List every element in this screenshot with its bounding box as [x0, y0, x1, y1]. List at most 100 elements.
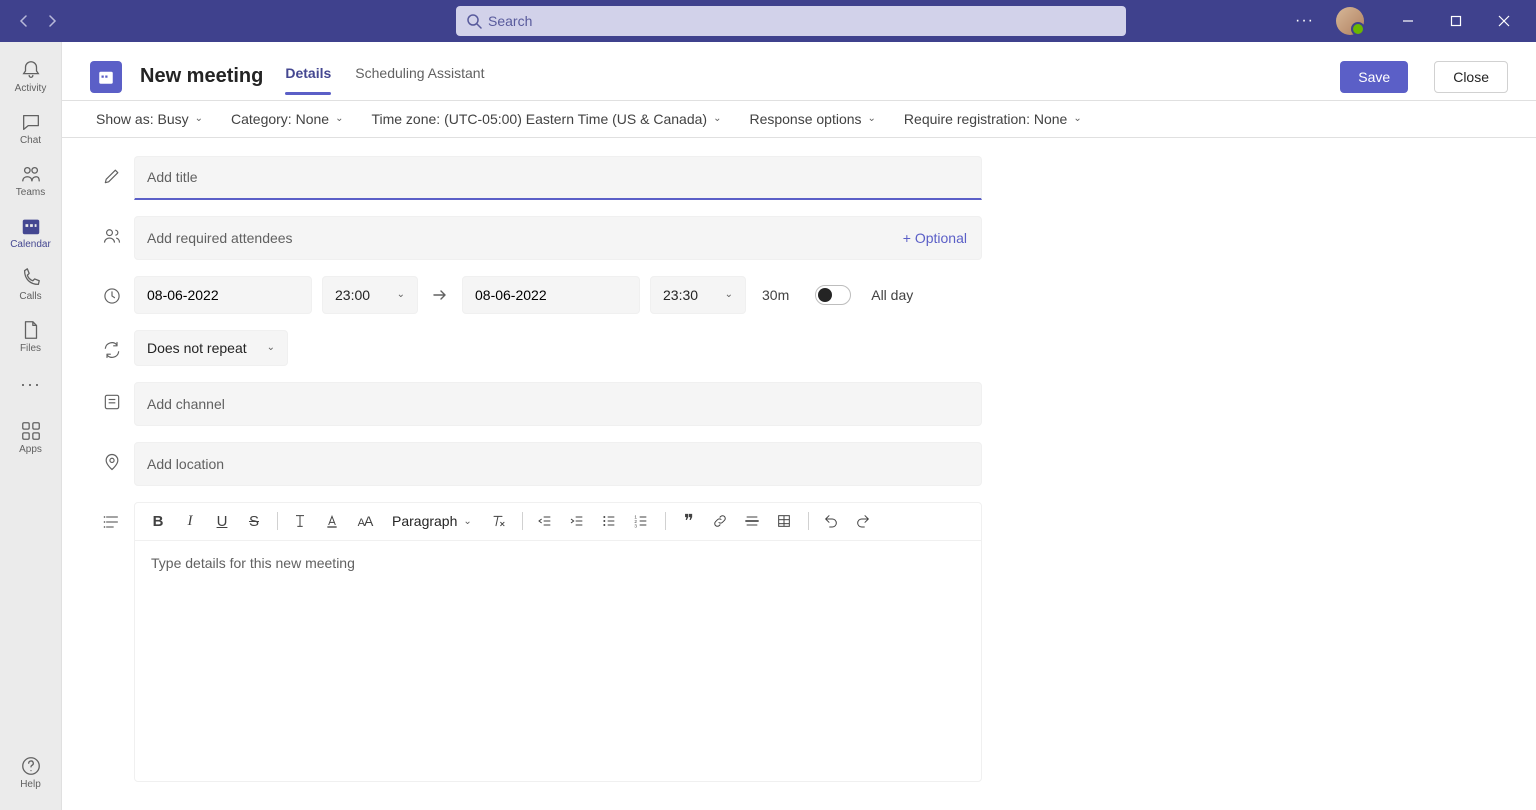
quote-button[interactable]: ❞ [680, 511, 698, 532]
meeting-icon [90, 61, 122, 93]
timezone-dropdown[interactable]: Time zone: (UTC-05:00) Eastern Time (US … [371, 111, 721, 127]
start-date-value[interactable] [147, 287, 299, 303]
tab-details[interactable]: Details [285, 59, 331, 95]
italic-button[interactable]: I [181, 513, 199, 530]
bold-button[interactable]: B [149, 513, 167, 530]
help-icon [20, 755, 42, 777]
chevron-down-icon: ⌄ [195, 113, 203, 124]
chat-icon [20, 111, 42, 133]
separator [277, 512, 278, 530]
channel-input[interactable] [147, 396, 969, 412]
close-window-button[interactable] [1484, 6, 1524, 36]
location-field[interactable] [134, 442, 982, 486]
strikethrough-button[interactable]: S [245, 513, 263, 530]
link-button[interactable] [712, 513, 730, 529]
redo-button[interactable] [855, 513, 873, 529]
text-highlight-button[interactable] [292, 513, 310, 529]
increase-indent-button[interactable] [569, 513, 587, 529]
tab-scheduling-assistant[interactable]: Scheduling Assistant [355, 59, 484, 95]
end-time-select[interactable]: 23:30 ⌄ [650, 276, 746, 314]
teams-icon [20, 163, 42, 185]
repeat-select[interactable]: Does not repeat ⌄ [134, 330, 288, 366]
minimize-button[interactable] [1388, 6, 1428, 36]
rail-more-button[interactable]: ··· [12, 366, 49, 403]
description-editor: B I U S AA [134, 502, 982, 782]
save-button[interactable]: Save [1340, 61, 1408, 93]
show-as-label: Show as: Busy [96, 111, 189, 127]
font-color-button[interactable] [324, 513, 342, 529]
numbered-list-button[interactable]: 123 [633, 513, 651, 529]
chevron-down-icon: ⌄ [335, 113, 343, 124]
channel-icon [90, 382, 134, 412]
pencil-icon [90, 156, 134, 186]
repeat-value: Does not repeat [147, 340, 247, 356]
rail-item-teams[interactable]: Teams [0, 154, 62, 206]
all-day-toggle[interactable] [815, 285, 851, 305]
attendees-input[interactable] [147, 230, 903, 246]
description-textarea[interactable] [135, 541, 981, 781]
duration-label: 30m [762, 287, 789, 303]
table-button[interactable] [776, 513, 794, 529]
phone-icon [20, 267, 42, 289]
search-icon [466, 13, 482, 29]
channel-field[interactable] [134, 382, 982, 426]
chevron-down-icon: ⌄ [463, 516, 471, 527]
registration-label: Require registration: None [904, 111, 1067, 127]
rail-item-help[interactable]: Help [0, 746, 62, 798]
chevron-down-icon: ⌄ [1073, 113, 1081, 124]
paragraph-select[interactable]: Paragraph ⌄ [388, 513, 476, 529]
back-button[interactable] [12, 9, 36, 33]
all-day-label: All day [871, 287, 913, 303]
response-label: Response options [749, 111, 861, 127]
rail-item-files[interactable]: Files [0, 310, 62, 362]
add-optional-link[interactable]: + Optional [903, 230, 967, 246]
rail-item-activity[interactable]: Activity [0, 50, 62, 102]
font-size-button[interactable]: AA [356, 513, 374, 529]
title-field[interactable] [134, 156, 982, 200]
category-dropdown[interactable]: Category: None ⌄ [231, 111, 343, 127]
start-time-value: 23:00 [335, 287, 370, 303]
svg-text:3: 3 [634, 524, 637, 529]
file-icon [20, 319, 42, 341]
clear-formatting-button[interactable] [490, 513, 508, 529]
bullet-list-button[interactable] [601, 513, 619, 529]
rail-item-calendar[interactable]: Calendar [0, 206, 62, 258]
start-date-input[interactable] [134, 276, 312, 314]
rail-label: Teams [16, 187, 45, 198]
maximize-button[interactable] [1436, 6, 1476, 36]
attendees-field[interactable]: + Optional [134, 216, 982, 260]
undo-button[interactable] [823, 513, 841, 529]
bell-icon [20, 59, 42, 81]
end-date-value[interactable] [475, 287, 627, 303]
rail-item-chat[interactable]: Chat [0, 102, 62, 154]
response-options-dropdown[interactable]: Response options ⌄ [749, 111, 875, 127]
end-date-input[interactable] [462, 276, 640, 314]
start-time-select[interactable]: 23:00 ⌄ [322, 276, 418, 314]
forward-button[interactable] [40, 9, 64, 33]
rail-label: Calendar [10, 239, 51, 250]
rail-label: Chat [20, 135, 41, 146]
titlebar: ··· [0, 0, 1536, 42]
search-box[interactable] [456, 6, 1126, 36]
decrease-indent-button[interactable] [537, 513, 555, 529]
profile-avatar[interactable] [1336, 7, 1364, 35]
page-title: New meeting [140, 65, 263, 88]
app-rail: Activity Chat Teams Calendar Calls [0, 42, 62, 810]
underline-button[interactable]: U [213, 513, 231, 530]
registration-dropdown[interactable]: Require registration: None ⌄ [904, 111, 1082, 127]
rail-label: Activity [15, 83, 47, 94]
show-as-dropdown[interactable]: Show as: Busy ⌄ [96, 111, 203, 127]
rail-item-calls[interactable]: Calls [0, 258, 62, 310]
rail-label: Apps [19, 444, 42, 455]
close-button[interactable]: Close [1434, 61, 1508, 93]
more-options-button[interactable]: ··· [1291, 8, 1318, 34]
location-input[interactable] [147, 456, 969, 472]
clock-icon [90, 276, 134, 306]
title-input[interactable] [147, 169, 969, 185]
hr-button[interactable] [744, 513, 762, 529]
search-input[interactable] [488, 13, 1116, 29]
chevron-down-icon: ⌄ [725, 289, 733, 300]
arrow-right-icon [428, 287, 452, 303]
rail-item-apps[interactable]: Apps [0, 411, 62, 463]
apps-icon [20, 420, 42, 442]
